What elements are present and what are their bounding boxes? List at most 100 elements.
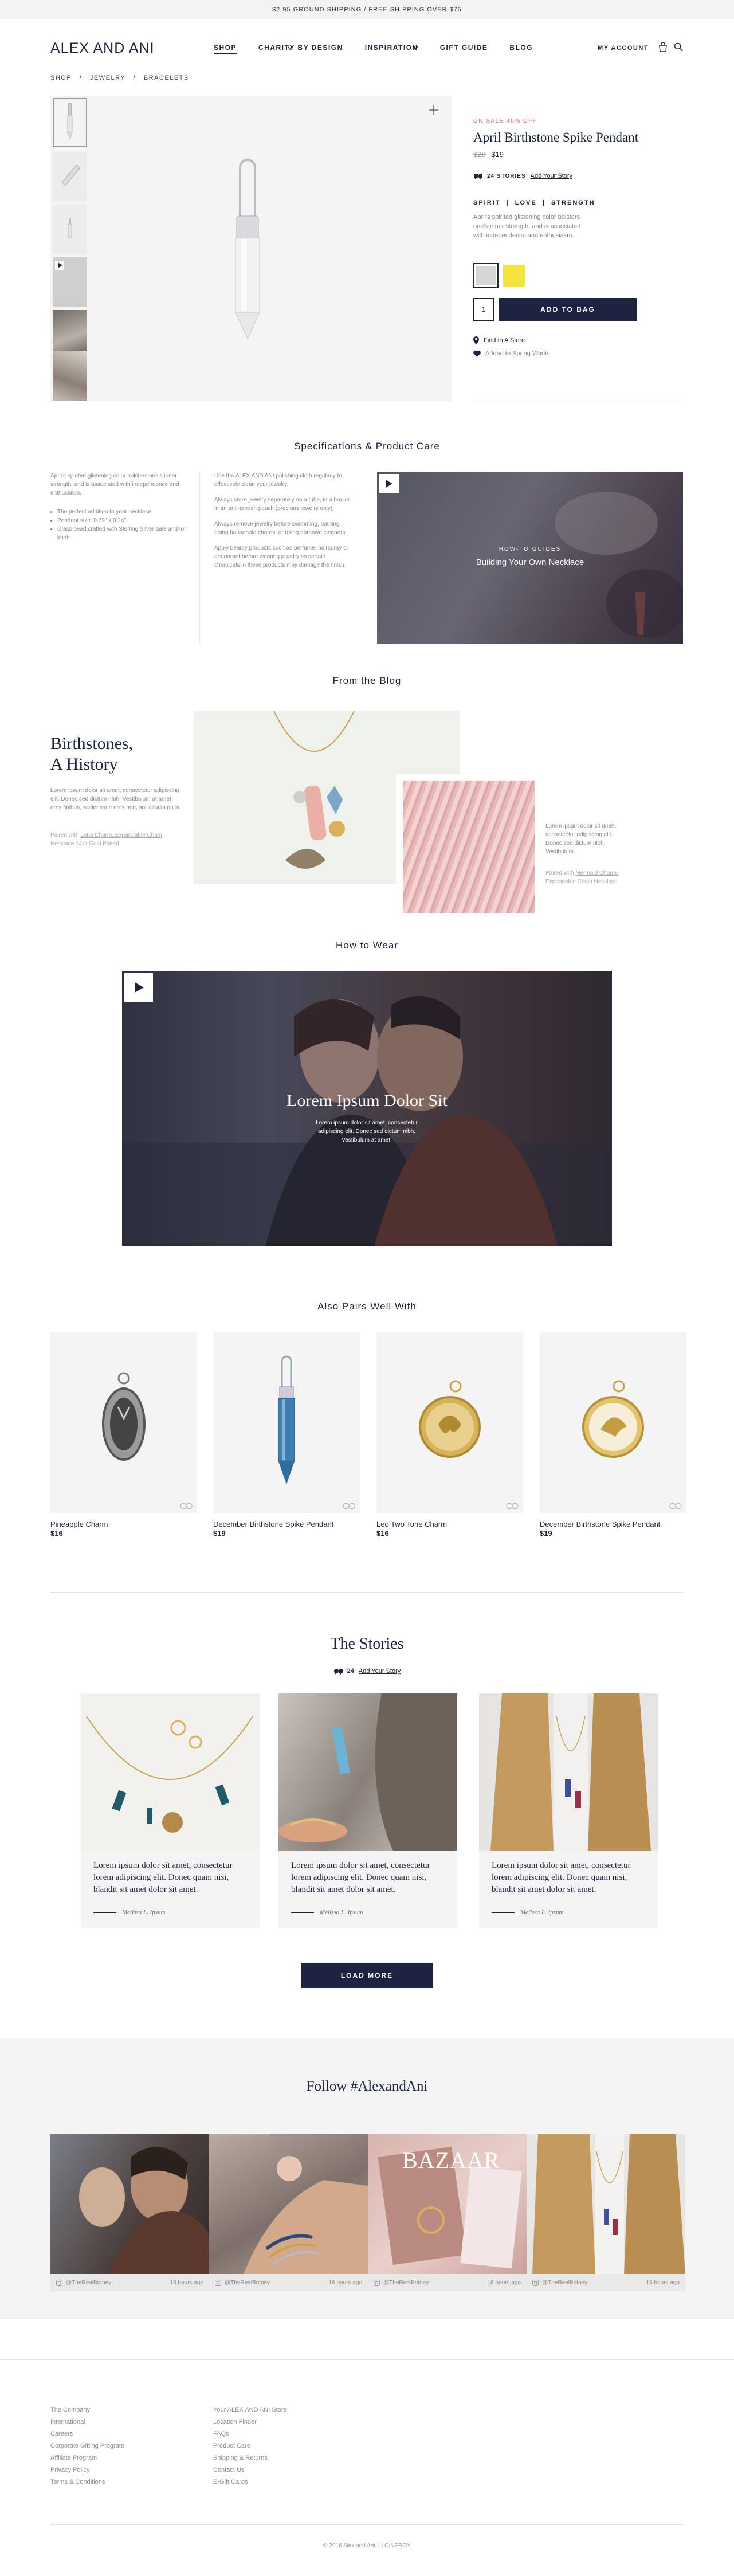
compare-icon[interactable] bbox=[669, 1503, 682, 1509]
footer-column-2: Your ALEX AND ANI Store Location Finder … bbox=[213, 2404, 287, 2488]
how-to-wear-video[interactable]: Lorem Ipsum Dolor Sit Lorem ipsum dolor … bbox=[122, 971, 612, 1246]
how-to-video[interactable]: HOW-TO GUIDES Building Your Own Necklace bbox=[377, 472, 683, 644]
product-card[interactable] bbox=[213, 1332, 360, 1513]
story-author: Melissa L. Ipsum bbox=[93, 1909, 165, 1916]
wishlist-text: Added to Spring Wants bbox=[485, 350, 550, 357]
product-name[interactable]: Pineapple Charm bbox=[50, 1520, 108, 1528]
footer-link[interactable]: Shipping & Returns bbox=[213, 2452, 287, 2464]
pendant-thumbnail bbox=[67, 103, 73, 140]
heart-icon[interactable] bbox=[473, 350, 481, 357]
instagram-post[interactable]: @TheRealBritney 16 hours ago bbox=[209, 2134, 368, 2291]
footer-link[interactable]: Affiliate Program bbox=[50, 2452, 124, 2464]
old-price: $28 bbox=[473, 150, 486, 159]
blog-image-2[interactable] bbox=[403, 781, 535, 913]
fur-vest-photo bbox=[532, 2134, 685, 2274]
product-name[interactable]: December Birthstone Spike Pendant bbox=[540, 1520, 660, 1528]
story-card[interactable]: Lorem ipsum dolor sit amet, consectetur … bbox=[479, 1693, 658, 1928]
specs-column-1: April's spirited glistening color bolste… bbox=[50, 472, 194, 542]
footer-link[interactable]: Contact Us bbox=[213, 2464, 287, 2476]
site-logo[interactable]: ALEX AND ANI bbox=[50, 40, 155, 57]
post-handle[interactable]: @TheRealBritney bbox=[383, 2280, 429, 2286]
nav-blog[interactable]: BLOG bbox=[509, 44, 533, 54]
footer-link[interactable]: International bbox=[50, 2416, 124, 2428]
pairs-title: Also Pairs Well With bbox=[317, 1301, 417, 1312]
quantity-field[interactable]: 1 bbox=[473, 298, 494, 321]
pendant-thumbnail bbox=[68, 218, 72, 238]
specs-column-2: Use the ALEX AND ANI polishing cloth reg… bbox=[214, 472, 352, 570]
thumbnail-1[interactable] bbox=[53, 98, 87, 147]
breadcrumb-bracelets[interactable]: BRACELETS bbox=[144, 75, 189, 81]
compare-icon[interactable] bbox=[506, 1503, 519, 1509]
load-more-button[interactable]: LOAD MORE bbox=[301, 1963, 433, 1988]
paired-label: Paired with bbox=[50, 832, 79, 838]
add-to-bag-button[interactable]: ADD TO BAG bbox=[499, 298, 637, 321]
compare-icon[interactable] bbox=[343, 1503, 355, 1509]
search-icon[interactable] bbox=[674, 42, 683, 52]
footer-link[interactable]: E-Gift Cards bbox=[213, 2476, 287, 2488]
nav-charity[interactable]: CHARITY BY DESIGN bbox=[258, 44, 343, 54]
footer-link[interactable]: Location Finder bbox=[213, 2416, 287, 2428]
blog-paired-2: Paired with Mermaid Charm, Expandable Ch… bbox=[545, 869, 637, 886]
bag-icon[interactable] bbox=[658, 42, 668, 52]
swatch-silver[interactable] bbox=[473, 263, 499, 288]
footer-link[interactable]: The Company bbox=[50, 2404, 124, 2416]
couple-photo bbox=[79, 2147, 209, 2274]
product-card[interactable] bbox=[376, 1332, 523, 1513]
instagram-post[interactable]: BAZAAR @TheRealBritney 16 hours ago bbox=[368, 2134, 527, 2291]
product-card[interactable] bbox=[540, 1332, 686, 1513]
footer-link[interactable]: Your ALEX AND ANI Store bbox=[213, 2404, 287, 2416]
thumbnail-video[interactable] bbox=[53, 257, 87, 307]
breadcrumb-jewelry[interactable]: JEWELRY bbox=[90, 75, 125, 81]
product-title: April Birthstone Spike Pendant bbox=[473, 130, 639, 144]
thumbnail-lifestyle-2[interactable] bbox=[53, 351, 87, 401]
breadcrumb-shop[interactable]: SHOP bbox=[50, 75, 72, 81]
stories-meta: 24 Add Your Story bbox=[0, 1668, 734, 1675]
add-story-link[interactable]: Add Your Story bbox=[531, 172, 572, 179]
swatch-gold[interactable] bbox=[503, 265, 525, 287]
product-card[interactable] bbox=[50, 1332, 197, 1513]
quote-icon bbox=[474, 174, 482, 179]
footer-link[interactable]: Product Care bbox=[213, 2440, 287, 2452]
instagram-icon bbox=[532, 2279, 539, 2286]
blog-headline-line: A History bbox=[50, 755, 118, 774]
post-footer: @TheRealBritney 16 hours ago bbox=[50, 2274, 209, 2291]
instagram-icon bbox=[215, 2279, 221, 2286]
add-story-link[interactable]: Add Your Story bbox=[359, 1668, 401, 1675]
blog-paired: Paired with Luna Charm, Expandable Chain… bbox=[50, 831, 182, 848]
promo-bar: $2.95 GROUND SHIPPING / FREE SHIPPING OV… bbox=[0, 0, 734, 19]
instagram-post[interactable]: @TheRealBritney 16 hours ago bbox=[50, 2134, 209, 2291]
footer-link[interactable]: Privacy Policy bbox=[50, 2464, 124, 2476]
product-name[interactable]: Leo Two Tone Charm bbox=[376, 1520, 447, 1528]
nav-inspiration[interactable]: INSPIRATION bbox=[365, 44, 418, 54]
instagram-title: Follow #AlexandAni bbox=[306, 2079, 428, 2094]
bracelet-stack-photo bbox=[244, 2156, 368, 2274]
story-card[interactable]: Lorem ipsum dolor sit amet, consectetur … bbox=[278, 1693, 457, 1928]
tag-separator: | bbox=[500, 199, 515, 206]
thumbnail-3[interactable] bbox=[53, 205, 87, 254]
tag-row: SPIRIT | LOVE | STRENGTH bbox=[473, 199, 595, 206]
specs-bullet: Pendant size: 0.79" x 0.24" bbox=[57, 516, 194, 525]
find-store-link[interactable]: Find In A Store bbox=[484, 337, 525, 344]
thumbnail-2[interactable] bbox=[53, 152, 87, 201]
post-time: 16 hours ago bbox=[646, 2279, 680, 2286]
my-account-link[interactable]: MY ACCOUNT bbox=[598, 45, 649, 52]
paired-label: Paired with bbox=[545, 870, 574, 876]
nav-shop[interactable]: SHOP bbox=[214, 44, 237, 54]
nav-gift-guide[interactable]: GIFT GUIDE bbox=[440, 44, 488, 54]
post-handle[interactable]: @TheRealBritney bbox=[542, 2280, 587, 2286]
footer-link[interactable]: FAQs bbox=[213, 2428, 287, 2440]
product-price: $19 bbox=[540, 1529, 552, 1538]
tag-love[interactable]: LOVE bbox=[515, 199, 537, 206]
footer-link[interactable]: Corporate Gifting Program bbox=[50, 2440, 124, 2452]
post-handle[interactable]: @TheRealBritney bbox=[225, 2280, 270, 2286]
footer-link[interactable]: Careers bbox=[50, 2428, 124, 2440]
instagram-post[interactable]: @TheRealBritney 16 hours ago bbox=[527, 2134, 685, 2291]
tag-strength[interactable]: STRENGTH bbox=[551, 199, 595, 206]
compare-icon[interactable] bbox=[180, 1503, 193, 1509]
post-handle[interactable]: @TheRealBritney bbox=[66, 2280, 111, 2286]
footer-link[interactable]: Terms & Conditions bbox=[50, 2476, 124, 2488]
zoom-plus-icon[interactable] bbox=[429, 105, 439, 115]
story-card[interactable]: Lorem ipsum dolor sit amet, consectetur … bbox=[81, 1693, 260, 1928]
product-name[interactable]: December Birthstone Spike Pendant bbox=[213, 1520, 333, 1528]
tag-spirit[interactable]: SPIRIT bbox=[473, 199, 500, 206]
